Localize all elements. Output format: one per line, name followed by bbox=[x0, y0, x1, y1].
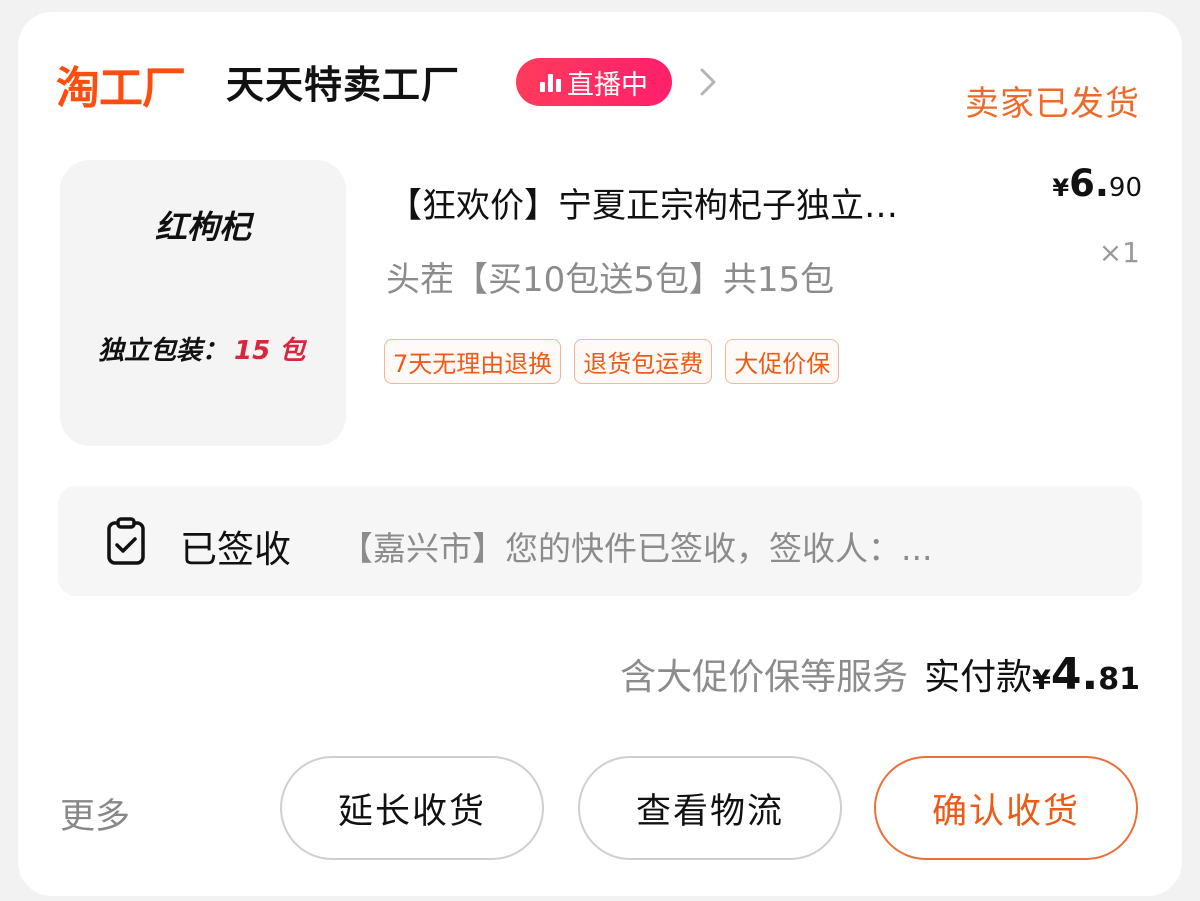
order-status: 卖家已发货 bbox=[965, 84, 1140, 124]
brand-logo[interactable]: 淘工厂 bbox=[56, 52, 186, 116]
view-logistics-button[interactable]: 查看物流 bbox=[578, 756, 842, 860]
logistics-state: 已签收 bbox=[180, 528, 291, 571]
service-tag: 退货包运费 bbox=[574, 339, 713, 384]
service-tag: 7天无理由退换 bbox=[384, 339, 562, 384]
confirm-receipt-button[interactable]: 确认收货 bbox=[874, 756, 1138, 860]
pack-label: 独立包装： bbox=[98, 336, 229, 366]
order-card: 淘工厂 天天特卖工厂 直播中 卖家已发货 红枸杞 独立包装： 15 包 【狂欢价】… bbox=[18, 12, 1182, 896]
total-dec: 81 bbox=[1098, 662, 1140, 697]
total-int: 4. bbox=[1050, 649, 1099, 700]
product-title[interactable]: 【狂欢价】宁夏正宗枸杞子独立… bbox=[388, 178, 1008, 227]
service-note: 含大促价保等服务 bbox=[620, 657, 909, 698]
more-link[interactable]: 更多 bbox=[60, 788, 130, 839]
product-sku: 头茬【买10包送5包】共15包 bbox=[386, 260, 835, 300]
live-bars-icon bbox=[540, 72, 561, 92]
unit-price-dec: 90 bbox=[1108, 173, 1142, 203]
total-symbol: ¥ bbox=[1032, 665, 1051, 696]
live-label: 直播中 bbox=[567, 69, 648, 101]
pack-count: 15 包 bbox=[234, 336, 306, 366]
chevron-right-icon[interactable] bbox=[690, 64, 726, 100]
unit-price-symbol: ¥ bbox=[1052, 174, 1070, 202]
paid-label: 实付款 bbox=[924, 657, 1033, 698]
extend-receipt-button[interactable]: 延长收货 bbox=[280, 756, 544, 860]
unit-price-int: 6. bbox=[1069, 162, 1109, 205]
product-image-pack: 独立包装： 15 包 bbox=[98, 330, 305, 367]
live-badge[interactable]: 直播中 bbox=[516, 58, 672, 106]
logistics-panel[interactable]: 已签收 【嘉兴市】您的快件已签收，签收人：... bbox=[58, 486, 1142, 596]
clipboard-check-icon bbox=[107, 517, 145, 565]
product-image[interactable]: 红枸杞 独立包装： 15 包 bbox=[60, 160, 346, 446]
unit-price: ¥6.90 bbox=[1052, 162, 1142, 205]
logistics-message: 【嘉兴市】您的快件已签收，签收人：... bbox=[340, 529, 933, 568]
order-total: 含大促价保等服务 实付款 ¥ 4. 81 bbox=[620, 648, 1140, 700]
product-image-title: 红枸杞 bbox=[154, 208, 251, 246]
shop-name[interactable]: 天天特卖工厂 bbox=[226, 54, 460, 109]
service-tag: 大促价保 bbox=[725, 339, 840, 384]
quantity: ×1 bbox=[1098, 236, 1140, 269]
service-tags: 7天无理由退换 退货包运费 大促价保 bbox=[384, 339, 840, 384]
